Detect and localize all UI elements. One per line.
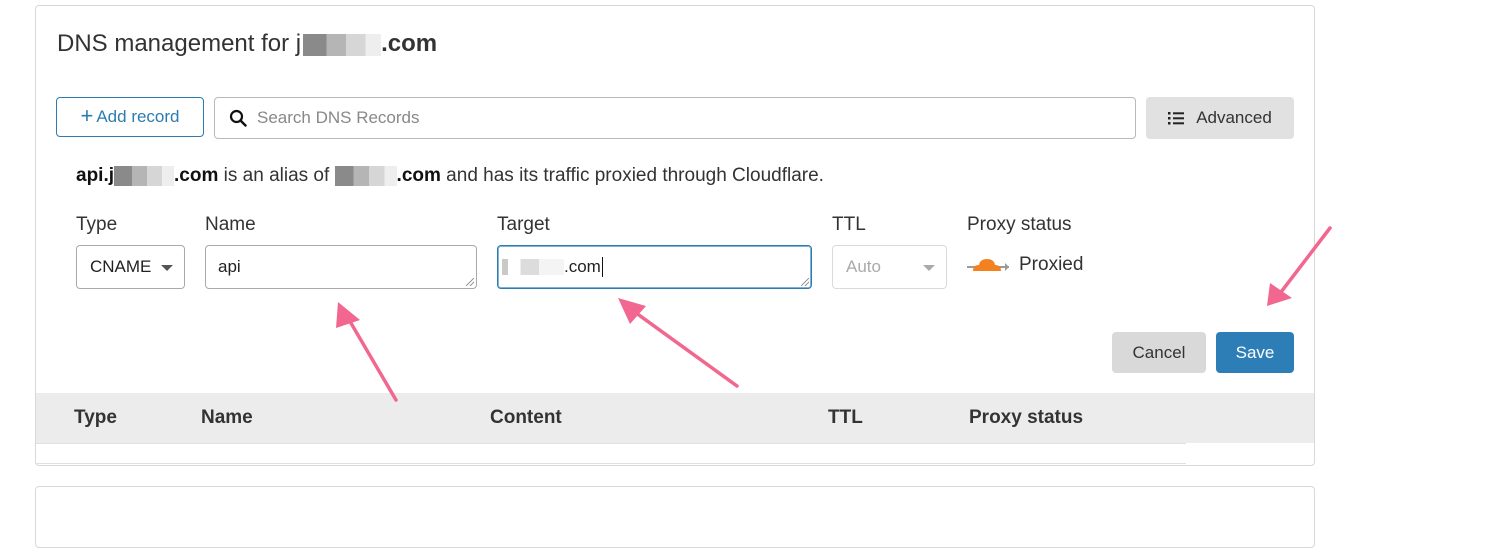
target-field[interactable]: .com (497, 245, 812, 289)
plus-icon: + (80, 103, 94, 128)
save-button[interactable]: Save (1216, 332, 1294, 373)
type-select[interactable]: CNAME (76, 245, 185, 289)
cancel-button[interactable]: Cancel (1112, 332, 1206, 373)
search-icon (229, 109, 247, 127)
redacted-domain (114, 165, 175, 186)
target-label: Target (497, 214, 550, 235)
ttl-select: Auto (832, 245, 947, 289)
column-header-type[interactable]: Type (74, 407, 117, 429)
search-input[interactable] (255, 107, 1119, 129)
name-field[interactable]: api (205, 245, 477, 289)
divider (36, 443, 1186, 444)
column-header-proxy-status[interactable]: Proxy status (969, 407, 1083, 429)
resize-handle-icon[interactable] (466, 278, 474, 286)
text-cursor (601, 257, 603, 277)
redacted-target (502, 259, 564, 275)
domain-start: j (295, 30, 302, 57)
advanced-button[interactable]: Advanced (1146, 97, 1294, 139)
chevron-down-icon (161, 265, 173, 271)
proxy-status-label: Proxy status (967, 214, 1072, 235)
redacted-target (334, 165, 397, 186)
column-header-content[interactable]: Content (490, 407, 562, 429)
ttl-label: TTL (832, 214, 866, 235)
column-header-ttl[interactable]: TTL (828, 407, 863, 429)
proxy-status-toggle[interactable]: Proxied (967, 254, 1083, 276)
search-box[interactable] (214, 97, 1136, 139)
column-header-name[interactable]: Name (201, 407, 253, 429)
cloud-icon (967, 259, 1009, 271)
resize-handle-icon[interactable] (801, 278, 809, 286)
dns-management-card: DNS management for j.com + Add record Ad… (35, 5, 1315, 466)
page-title: DNS management for j .com (57, 30, 438, 57)
alias-info: api.j .com is an alias of .com and has it… (76, 165, 824, 186)
add-record-button[interactable]: + Add record (56, 97, 204, 137)
list-icon (1168, 112, 1185, 125)
divider (36, 463, 1186, 464)
redacted-domain (303, 33, 382, 56)
type-label: Type (76, 214, 118, 235)
name-label: Name (205, 214, 256, 235)
table-header: Type Name Content TTL Proxy status (36, 393, 1314, 443)
chevron-down-icon (923, 265, 935, 271)
domain-suffix: .com (381, 30, 438, 57)
next-card (35, 486, 1315, 548)
